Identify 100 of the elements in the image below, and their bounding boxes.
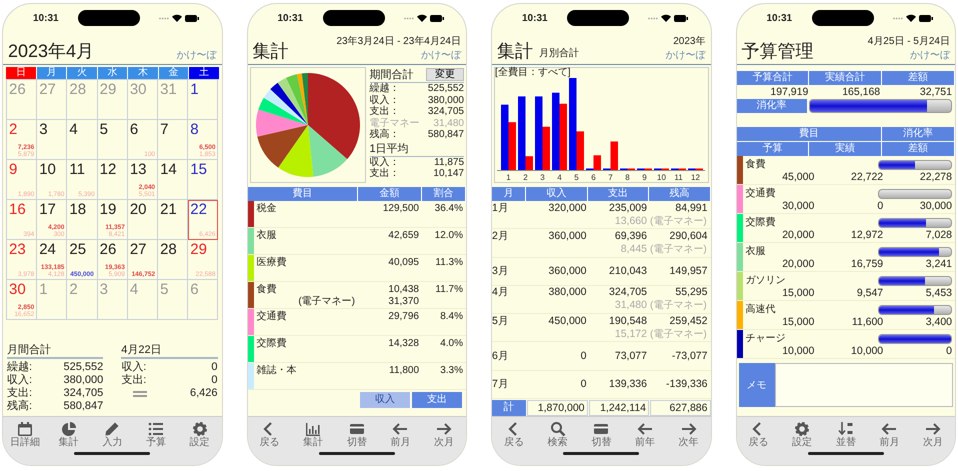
calendar-day[interactable]: 5 — [98, 120, 128, 160]
toolbar-button[interactable]: 前月 — [868, 417, 912, 449]
toolbar-button[interactable]: 入力 — [90, 417, 134, 449]
calendar-day[interactable]: 21 — [158, 200, 188, 240]
totals-value: 0 — [211, 374, 218, 387]
app-name: かけ〜ぼ — [666, 49, 706, 62]
axis-label: 7 — [608, 173, 613, 182]
column-header: 割合 — [422, 187, 466, 201]
calendar-day[interactable]: 15 — [188, 160, 218, 200]
toolbar-button[interactable]: 前月 — [378, 417, 422, 449]
column-header: 支出 — [588, 187, 649, 201]
axis-label: 4 — [557, 173, 562, 182]
summary-value: 165,168 — [841, 85, 880, 99]
toolbar-button[interactable]: 集計 — [291, 417, 335, 449]
segment-tab[interactable]: 支出 — [412, 392, 462, 408]
budget-cell-text: 20,000 — [781, 229, 814, 241]
calendar-day[interactable]: 3 — [98, 280, 128, 320]
total-income: 1,870,000 — [527, 400, 588, 416]
status-time: 10:31 — [522, 12, 548, 24]
column-header: 予算合計 — [736, 71, 810, 85]
calendar-day[interactable]: 3 — [37, 120, 68, 160]
calendar-day[interactable]: 4 — [67, 120, 98, 160]
amount-cell-text: 11,800 — [388, 365, 419, 377]
toolbar-button[interactable]: 戻る — [492, 417, 536, 449]
period-text: 4月25日 - 5月24日 — [868, 35, 950, 48]
category-name: 交際費 — [256, 338, 288, 350]
column-header: 差額 — [882, 71, 955, 85]
signal-icon — [892, 16, 903, 20]
signal-icon — [159, 16, 170, 20]
period-text: 23年3月24日 - 23年4月24日 — [336, 35, 461, 48]
screen-title: 集計 — [497, 40, 533, 62]
rate-label: 消化率 — [736, 99, 806, 113]
axis-label: 6 — [591, 173, 596, 182]
sub-amount: 31,480 — [614, 299, 647, 312]
battery-icon — [185, 14, 200, 22]
budget-cell-text: 45,000 — [781, 171, 814, 183]
month-cell-text: 7月 — [492, 378, 510, 391]
axis-label: 12 — [691, 173, 700, 182]
toolbar-button[interactable]: 設定 — [178, 417, 222, 449]
balance-cell-text: -139,336 — [665, 378, 708, 391]
toolbar-button[interactable]: 戻る — [248, 417, 292, 449]
calendar-day[interactable]: 5 — [158, 280, 188, 320]
calendar-day[interactable]: 29 — [98, 80, 128, 120]
axis-label: 11 — [674, 173, 683, 182]
calendar-day[interactable]: 1 — [37, 280, 68, 320]
toolbar-button[interactable]: 設定 — [780, 417, 824, 449]
wifi-icon — [416, 14, 427, 22]
totals-value: 580,847 — [63, 400, 104, 413]
calendar-day[interactable]: 30 — [128, 80, 158, 120]
toolbar-button[interactable]: 集計 — [46, 417, 90, 449]
calendar-day[interactable]: 31 — [158, 80, 188, 120]
calendar-day[interactable]: 1 — [188, 80, 218, 120]
app-name: かけ〜ぼ — [421, 49, 461, 62]
share-cell-text: 36.4% — [434, 203, 463, 215]
change-button[interactable]: 変更 — [426, 68, 464, 81]
toolbar-button[interactable]: 次年 — [666, 417, 710, 449]
category-name: 税金 — [256, 203, 278, 215]
category-name: 食費 — [746, 158, 766, 171]
calendar-day[interactable]: 27 — [37, 80, 68, 120]
weekday-header: 木 — [128, 67, 158, 79]
category-name: 交際費 — [746, 216, 776, 229]
calendar-day[interactable]: 6 — [188, 280, 218, 320]
memo-field[interactable] — [774, 363, 953, 407]
amount-cell-text: 29,796 — [387, 311, 419, 323]
toolbar-button[interactable]: 前年 — [623, 417, 667, 449]
calendar-day[interactable]: 7 — [158, 120, 188, 160]
toolbar-button[interactable]: 日詳細 — [3, 417, 47, 449]
battery-icon — [674, 14, 688, 22]
status-time: 10:31 — [33, 12, 59, 24]
total-expense: 1,242,114 — [588, 400, 649, 416]
calendar-day[interactable]: 14 — [158, 160, 188, 200]
calendar-day[interactable]: 20 — [128, 200, 158, 240]
calendar-day[interactable]: 26 — [7, 80, 38, 120]
toolbar-button[interactable]: 切替 — [579, 417, 624, 449]
toolbar-button[interactable]: 次月 — [422, 417, 466, 449]
toolbar-button[interactable]: 予算 — [134, 417, 178, 449]
toolbar-button[interactable]: 切替 — [334, 417, 379, 449]
calendar-day[interactable]: 18 — [67, 200, 98, 240]
totals-label: 支出: — [121, 374, 146, 387]
sub-label: (電子マネー) — [649, 242, 708, 256]
summary-value: 197,919 — [769, 85, 808, 99]
calendar-day[interactable]: 2 — [67, 280, 98, 320]
category-name: 衣服 — [746, 245, 766, 258]
totals-title: 4月22日 — [121, 342, 218, 359]
toolbar-button[interactable]: 戻る — [736, 417, 780, 449]
segment-tab[interactable]: 収入 — [360, 392, 410, 408]
calendar-day[interactable]: 4 — [128, 280, 158, 320]
calendar-day[interactable]: 28 — [67, 80, 98, 120]
toolbar-button[interactable]: 並替 — [824, 417, 868, 449]
status-time: 10:31 — [766, 12, 792, 24]
budget-cell-text: 15,000 — [781, 316, 814, 328]
year-text: 2023年 — [673, 35, 706, 48]
calendar-day[interactable]: 12 — [98, 160, 128, 200]
balance-cell-text: 259,452 — [668, 314, 708, 328]
axis-label: 9 — [642, 173, 647, 182]
toolbar-button[interactable]: 検索 — [536, 417, 580, 449]
axis-label: 8 — [625, 173, 630, 182]
calendar-day[interactable]: 28 — [158, 240, 188, 280]
toolbar-button[interactable]: 次月 — [911, 417, 955, 449]
axis-label: 2 — [523, 173, 528, 182]
